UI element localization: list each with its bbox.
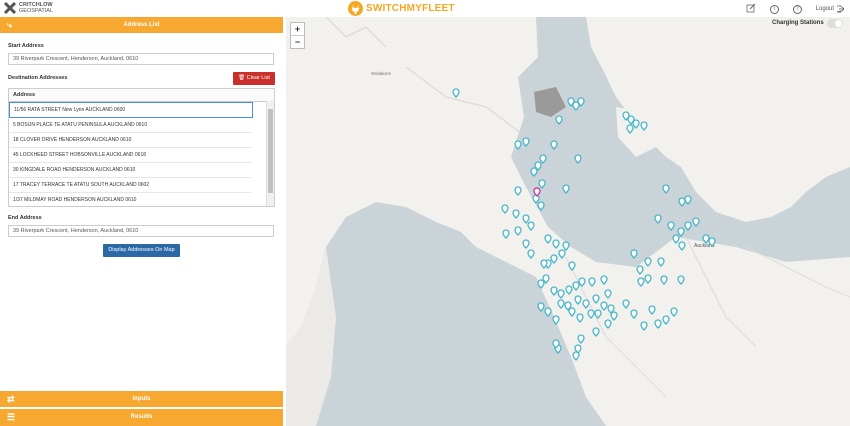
map-view[interactable]: Waitakere Auckland: [286, 17, 850, 426]
results-icon: ☰: [7, 412, 16, 422]
route-icon: ⤷: [7, 20, 13, 30]
zoom-control: + −: [290, 22, 305, 49]
start-address-label: Start Address: [8, 43, 44, 49]
zoom-out-button[interactable]: −: [291, 36, 304, 48]
table-row[interactable]: 17 TRACEY TERRACE TE ATATU SOUTH AUCKLAN…: [9, 178, 251, 193]
brand-name: SWITCHMYFLEET: [366, 2, 455, 14]
destination-table: Address 11/56 RATA STREET New Lynn AUCKL…: [8, 88, 275, 207]
logout-link[interactable]: Logout: [816, 5, 844, 13]
inputs-tab[interactable]: ⇄ Inputs: [0, 391, 283, 407]
table-row[interactable]: 45 LOCKHEED STREET HOBSONVILLE AUCKLAND …: [9, 148, 251, 163]
clear-list-button[interactable]: 🗑 Clear List: [233, 72, 275, 85]
end-address-label: End Address: [8, 215, 42, 221]
table-row[interactable]: 11/56 RATA STREET New Lynn AUCKLAND 0600: [9, 102, 253, 118]
trash-icon: 🗑: [238, 75, 246, 81]
logo-line2: GEOSPATIAL: [19, 8, 54, 14]
help-icon[interactable]: ?: [792, 4, 802, 14]
zoom-in-button[interactable]: +: [291, 23, 304, 36]
toggle-knob: [835, 20, 842, 27]
scrollbar-thumb[interactable]: [268, 109, 273, 193]
table-row[interactable]: 5 BOSUN PLACE TE ATATU PENINSULA AUCKLAN…: [9, 118, 251, 133]
table-row[interactable]: 30 KINGDALE ROAD HENDERSON AUCKLAND 0610: [9, 163, 251, 178]
critchlow-mark-icon: [3, 1, 17, 15]
top-bar: CRITCHLOW GEOSPATIAL SWITCHMYFLEET i ? L…: [0, 0, 850, 17]
logout-label: Logout: [815, 6, 834, 12]
map-canvas: Waitakere Auckland: [286, 17, 850, 426]
swap-icon: ⇄: [7, 394, 15, 404]
start-address-input[interactable]: 39 Riverpark Crescent, Henderson, Auckla…: [8, 53, 274, 65]
clear-list-label: Clear List: [246, 75, 270, 81]
charging-stations-toggle[interactable]: [827, 19, 843, 28]
critchlow-logo: CRITCHLOW GEOSPATIAL: [3, 1, 54, 15]
results-label: Results: [130, 414, 153, 420]
table-scrollbar[interactable]: [266, 101, 274, 206]
results-tab[interactable]: ☰ Results: [0, 409, 283, 426]
end-address-input[interactable]: 39 Riverpark Crescent, Henderson, Auckla…: [8, 225, 274, 237]
switchmyfleet-logo: SWITCHMYFLEET: [348, 0, 455, 16]
info-icon[interactable]: i: [769, 4, 779, 14]
table-header-address: Address: [9, 89, 274, 102]
edit-icon[interactable]: [746, 3, 756, 15]
charging-stations-label: Charging Stations: [772, 20, 824, 26]
plug-icon: [348, 0, 363, 16]
destination-addresses-label: Destination Addresses: [8, 75, 68, 81]
inputs-label: Inputs: [132, 396, 151, 402]
logout-icon: [836, 5, 844, 13]
map-label-waitakere: Waitakere: [371, 71, 392, 76]
address-list-header[interactable]: ⤷ Address List: [0, 17, 283, 33]
address-list-label: Address List: [123, 22, 160, 28]
table-row[interactable]: 1/37 MILDMAY ROAD HENDERSON AUCKLAND 061…: [9, 193, 251, 206]
table-row[interactable]: 18 CLOVER DRIVE HENDERSON AUCKLAND 0610: [9, 133, 251, 148]
display-addresses-button[interactable]: Display Addresses On Map: [103, 244, 180, 257]
